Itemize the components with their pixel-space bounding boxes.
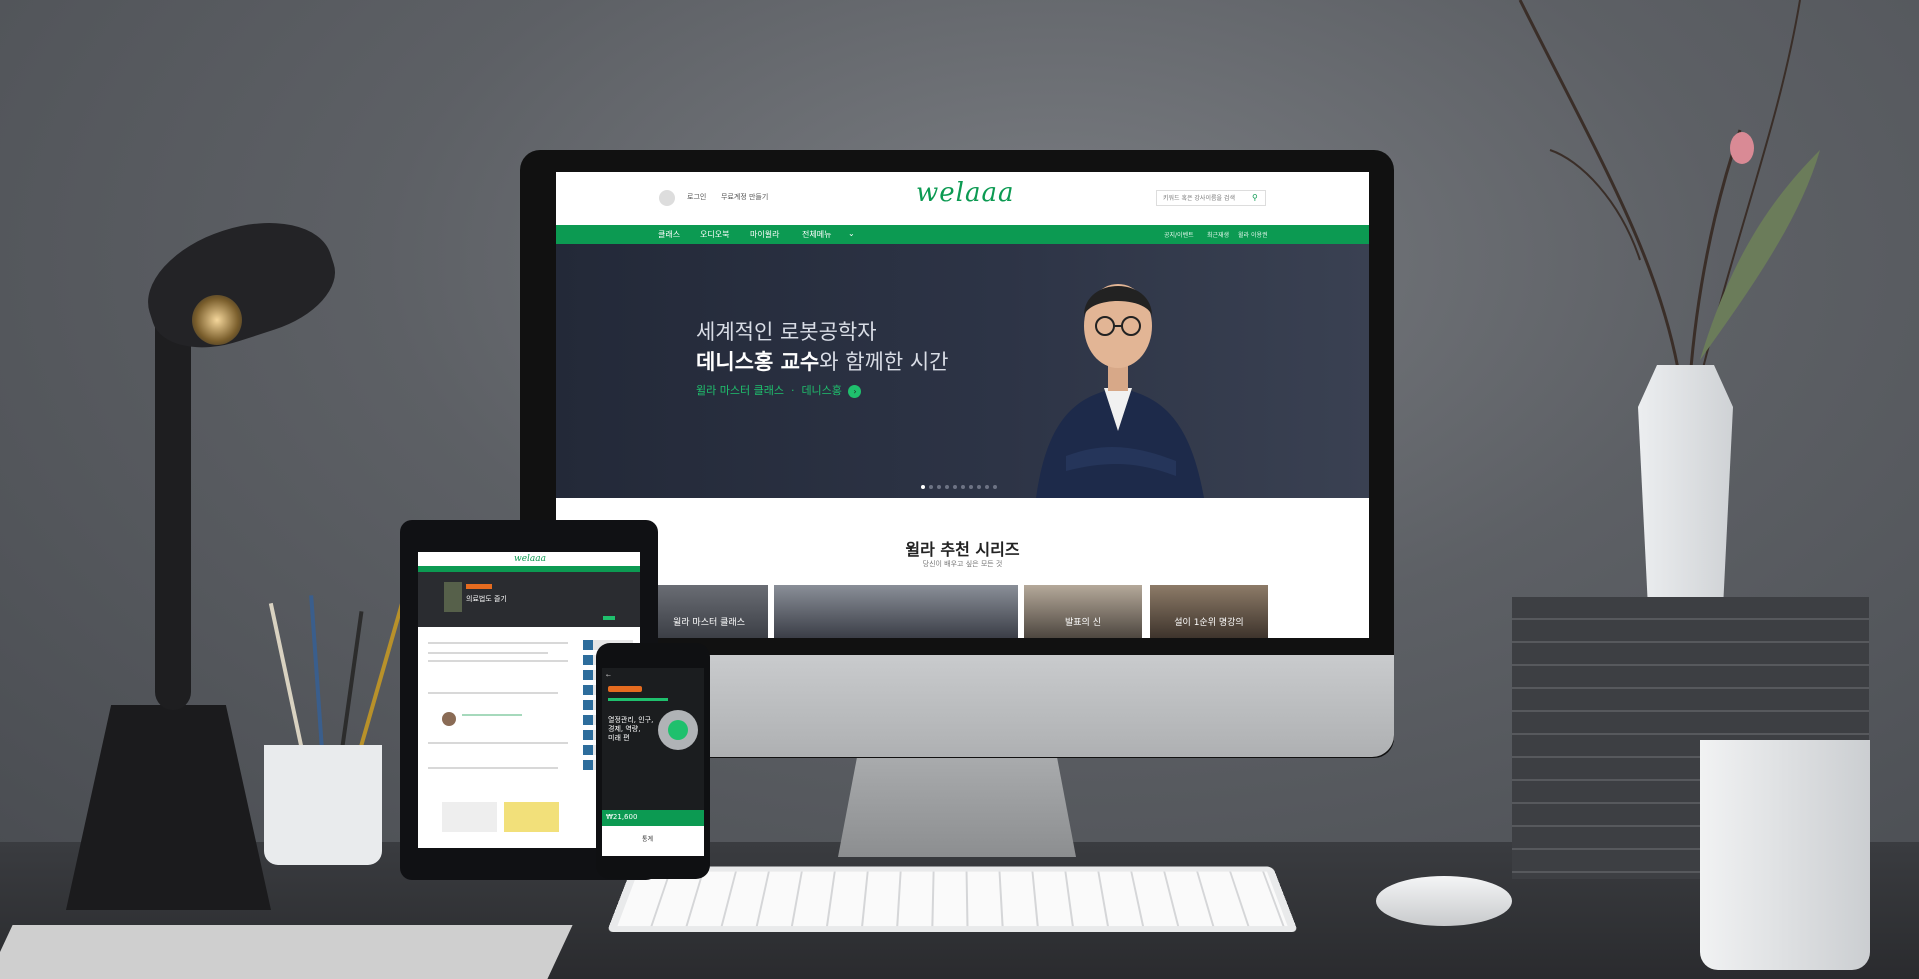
tablet-text-line xyxy=(428,660,568,662)
hero-tag-series: 윌라 마스터 클래스 xyxy=(696,384,784,397)
phone-price: ₩21,600 xyxy=(606,813,638,821)
phone-title-line: 경제, 역량, xyxy=(608,725,641,733)
chevron-down-icon[interactable]: ⌄ xyxy=(848,229,855,238)
carousel-dot[interactable] xyxy=(953,485,957,489)
series-card-label: 설이 1순위 명강의 xyxy=(1174,618,1244,628)
coffee-mug xyxy=(1700,740,1870,970)
nav-link-notice[interactable]: 공지/이벤트 xyxy=(1164,230,1194,239)
tablet-book-cover xyxy=(444,582,462,612)
series-card[interactable]: 발표의 신 xyxy=(1024,585,1142,638)
nav-item-all-menu[interactable]: 전체메뉴 xyxy=(802,229,831,240)
phone-subtitle-line xyxy=(608,698,668,701)
phone-title: 열정관리, 인구, 경제, 역량, 미래 편 xyxy=(608,716,653,743)
monitor-stand xyxy=(838,757,1076,857)
site-logo[interactable]: welaaa xyxy=(916,178,1014,208)
hero-headline-rest: 와 함께한 시간 xyxy=(819,350,949,374)
back-arrow-icon[interactable]: ← xyxy=(606,672,611,679)
phone-title-line: 미래 편 xyxy=(608,734,630,742)
signup-link[interactable]: 무료계정 만들기 xyxy=(721,192,768,202)
phone-bottom-tabs: 통계 xyxy=(602,826,704,856)
carousel-dots xyxy=(921,474,1001,489)
arrow-right-icon[interactable]: › xyxy=(848,384,862,398)
hero-name: 데니스홍 교수 xyxy=(696,350,820,374)
nav-link-pass[interactable]: 윌라 이용권 xyxy=(1238,230,1268,239)
paper-sheet xyxy=(0,925,573,979)
series-card-label: 윌라 마스터 클래스 xyxy=(673,618,745,628)
series-card[interactable]: 설이 1순위 명강의 xyxy=(1150,585,1268,638)
nav-item-class[interactable]: 클래스 xyxy=(658,229,680,240)
keyboard-keys xyxy=(617,871,1288,927)
pencil-cup xyxy=(264,745,382,865)
carousel-dot[interactable] xyxy=(961,485,965,489)
carousel-dot[interactable] xyxy=(929,485,933,489)
computer-mouse xyxy=(1376,876,1512,926)
tablet-text-line xyxy=(428,742,568,744)
hero-banner[interactable]: 세계적인 로봇공학자 데니스홍 교수와 함께한 시간 윌라 마스터 클래스 · … xyxy=(556,244,1369,498)
search-input[interactable]: 키워드 혹은 강사이름을 검색 ⚲ xyxy=(1156,190,1266,206)
hero-person-image xyxy=(1036,284,1204,498)
tablet-hero[interactable]: 의료법도 즐기 xyxy=(418,572,640,627)
tablet-hero-title: 의료법도 즐기 xyxy=(466,595,507,603)
tablet-text-line xyxy=(428,652,548,654)
series-card-label: 발표의 신 xyxy=(1065,618,1101,628)
hero-tag-name: 데니스홍 xyxy=(801,384,842,397)
phone-screen: ← 열정관리, 인구, 경제, 역량, 미래 편 ₩21,600 통계 xyxy=(602,668,704,856)
desk-lamp-neck xyxy=(155,300,191,710)
series-card[interactable]: 윌라 마스터 클래스 xyxy=(650,585,768,638)
lamp-bulb-icon xyxy=(192,295,242,345)
nav-item-mywelaaa[interactable]: 마이윌라 xyxy=(750,229,779,240)
series-card[interactable] xyxy=(774,585,1018,638)
tablet-text-line xyxy=(428,642,568,644)
hero-tag[interactable]: 윌라 마스터 클래스 · 데니스홍 › xyxy=(696,382,862,398)
monitor-screen: 로그인 무료계정 만들기 welaaa 키워드 혹은 강사이름을 검색 ⚲ 클래… xyxy=(556,172,1369,638)
tablet-ad-banner[interactable] xyxy=(504,802,559,832)
carousel-dot[interactable] xyxy=(985,485,989,489)
carousel-dot[interactable] xyxy=(937,485,941,489)
site-header: 로그인 무료계정 만들기 welaaa 키워드 혹은 강사이름을 검색 ⚲ xyxy=(556,172,1369,225)
phone-tab-label[interactable]: 통계 xyxy=(642,834,653,843)
carousel-dot[interactable] xyxy=(921,485,925,489)
recommend-title: 윌라 추천 시리즈 xyxy=(905,540,1020,559)
tablet-ad-banner[interactable] xyxy=(442,802,497,832)
tablet-site-logo[interactable]: welaaa xyxy=(514,554,546,564)
nav-item-audiobook[interactable]: 오디오북 xyxy=(700,229,729,240)
carousel-dot[interactable] xyxy=(969,485,973,489)
main-nav: 클래스 오디오북 마이윌라 전체메뉴 ⌄ 공지/이벤트 최근재생 윌라 이용권 xyxy=(556,225,1369,244)
phone-title-line: 열정관리, 인구, xyxy=(608,716,654,724)
search-icon[interactable]: ⚲ xyxy=(1252,193,1262,203)
carousel-dot[interactable] xyxy=(977,485,981,489)
hero-headline-2: 데니스홍 교수와 함께한 시간 xyxy=(696,346,949,376)
tablet-text-line xyxy=(428,692,558,694)
login-link[interactable]: 로그인 xyxy=(687,192,706,202)
phone-badge xyxy=(608,686,642,692)
branches-image xyxy=(1518,0,1820,380)
tablet-badge xyxy=(466,584,492,589)
play-icon[interactable] xyxy=(668,720,688,740)
tablet-author-avatar xyxy=(442,712,456,726)
search-placeholder: 키워드 혹은 강사이름을 검색 xyxy=(1163,195,1235,202)
nav-link-recent[interactable]: 최근재생 xyxy=(1207,230,1229,239)
tablet-text-line xyxy=(462,714,522,716)
hero-headline-1: 세계적인 로봇공학자 xyxy=(696,320,877,344)
series-cards: 윌라 마스터 클래스 발표의 신 설이 1순위 명강의 xyxy=(650,585,1280,638)
tablet-play-button[interactable] xyxy=(603,616,615,620)
tablet-text-line xyxy=(428,767,558,769)
user-avatar-icon[interactable] xyxy=(659,190,675,206)
keyboard xyxy=(606,866,1299,932)
recommend-subtitle: 당신이 배우고 싶은 모든 것 xyxy=(922,560,1003,568)
vase xyxy=(1638,365,1733,598)
carousel-dot[interactable] xyxy=(945,485,949,489)
carousel-dot[interactable] xyxy=(993,485,997,489)
